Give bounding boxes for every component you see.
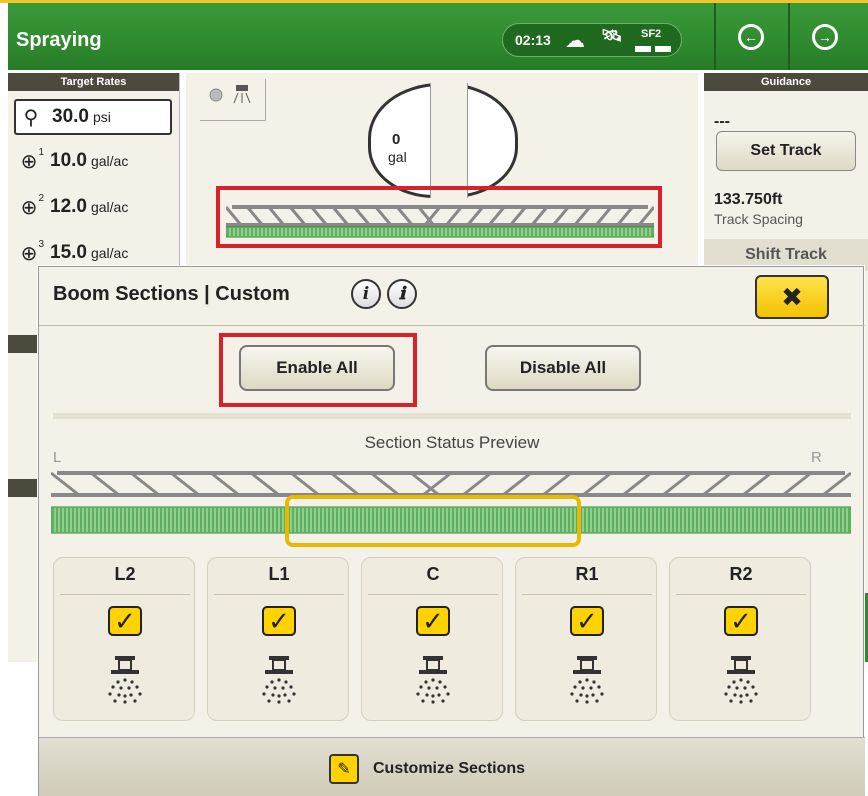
- section-checkbox[interactable]: ✓: [262, 606, 296, 636]
- rate-value: 12.0: [50, 196, 87, 217]
- signal-bar: [655, 46, 671, 52]
- rate-index: 2: [38, 192, 44, 204]
- set-track-button[interactable]: Set Track: [716, 131, 856, 171]
- arrow-right-icon: →: [812, 23, 838, 50]
- status-pill[interactable]: 02:13 ☁ 🛰 SF2: [502, 23, 682, 57]
- spray-nozzle-icon: [108, 656, 142, 704]
- section-label: L1: [268, 564, 290, 584]
- pressure-gauge-icon: ⚲: [23, 106, 39, 129]
- close-button[interactable]: ✖: [755, 275, 829, 319]
- section-checkbox[interactable]: ✓: [570, 606, 604, 636]
- rate-unit: gal/ac: [90, 153, 129, 169]
- section-label: L2: [114, 564, 136, 584]
- right-marker: R: [811, 449, 822, 466]
- section-checkbox[interactable]: ✓: [724, 606, 758, 636]
- signal-label: SF2: [641, 28, 662, 40]
- customize-sections-button[interactable]: ✎ Customize Sections: [329, 752, 569, 786]
- left-marker: L: [53, 449, 62, 466]
- spray-nozzle-icon: [262, 656, 296, 704]
- spray-nozzle-icon: [416, 656, 450, 704]
- section-status-preview: [51, 471, 851, 547]
- rate-index: 1: [38, 146, 44, 158]
- section-checkbox[interactable]: ✓: [108, 606, 142, 636]
- rate-value: 10.0: [50, 150, 87, 171]
- rate-row[interactable]: ⊕ 1 10.0 gal/ac: [14, 143, 172, 179]
- section-label: R2: [729, 564, 753, 584]
- rate-unit: psi: [92, 109, 111, 125]
- rate-value: 30.0: [52, 106, 89, 127]
- track-spacing-value: 133.750ft: [714, 191, 783, 208]
- section-card: R2 ✓: [669, 557, 811, 721]
- rate-row[interactable]: ⚲ 30.0 psi: [14, 99, 172, 135]
- section-label: C: [426, 564, 440, 584]
- help-icon[interactable]: ℹ: [387, 279, 417, 309]
- crosshair-icon: ⊕ 2: [20, 192, 44, 219]
- section-card: C ✓: [361, 557, 503, 721]
- section-divider: [60, 594, 190, 595]
- back-button[interactable]: ←: [714, 3, 786, 70]
- track-spacing-label: Track Spacing: [714, 211, 803, 227]
- section-divider: [214, 594, 344, 595]
- tank-gauge: 0 gal: [368, 83, 518, 198]
- guidance-line-value: ---: [714, 113, 730, 130]
- target-rates-header: Target Rates: [8, 73, 179, 91]
- nozzle-status-icon: [209, 85, 251, 104]
- guidance-header: Guidance: [704, 73, 868, 91]
- status-time: 02:13: [515, 32, 551, 48]
- tank-value: 0: [392, 131, 401, 148]
- crosshair-icon: ⊕ 1: [20, 146, 44, 173]
- section-card: R1 ✓: [515, 557, 657, 721]
- info-icon[interactable]: i: [351, 279, 381, 309]
- dialog-title: Boom Sections | Custom: [53, 283, 290, 305]
- satellite-icon: 🛰: [601, 26, 623, 45]
- section-divider: [522, 594, 652, 595]
- preview-label: Section Status Preview: [364, 433, 540, 452]
- boom-sections-dialog: Boom Sections | Custom i ℹ ✖ Enable All …: [38, 266, 865, 796]
- section-divider: [676, 594, 806, 595]
- cloud-icon: ☁: [565, 30, 585, 52]
- signal-bar: [635, 46, 651, 52]
- app-title: Spraying: [16, 29, 102, 51]
- spray-nozzle-icon: [570, 656, 604, 704]
- section-divider: [368, 594, 498, 595]
- preview-separator: [53, 413, 851, 419]
- forward-button[interactable]: →: [788, 3, 860, 70]
- crosshair-icon: ⊕ 3: [20, 238, 44, 265]
- top-bar: Spraying 02:13 ☁ 🛰 SF2 ← →: [8, 3, 868, 70]
- close-icon: ✖: [781, 281, 803, 312]
- dialog-divider: [39, 325, 865, 326]
- arrow-left-icon: ←: [738, 23, 764, 50]
- boom-highlight-box: [216, 186, 662, 248]
- enable-all-highlight-box: [219, 333, 417, 407]
- rate-unit: gal/ac: [90, 245, 129, 261]
- dialog-footer: ✎ Customize Sections: [39, 737, 865, 796]
- section-card: L2 ✓: [53, 557, 195, 721]
- spray-nozzle-icon: [724, 656, 758, 704]
- rate-value: 15.0: [50, 242, 87, 263]
- section-card: L1 ✓: [207, 557, 349, 721]
- nozzle-status: [200, 79, 266, 121]
- section-checkbox[interactable]: ✓: [416, 606, 450, 636]
- rate-row[interactable]: ⊕ 2 12.0 gal/ac: [14, 189, 172, 225]
- tank-level-column: [430, 83, 468, 198]
- rate-unit: gal/ac: [90, 199, 129, 215]
- disable-all-button[interactable]: Disable All: [485, 345, 641, 391]
- rate-index: 3: [38, 238, 44, 250]
- tank-unit: gal: [388, 149, 407, 165]
- section-label: R1: [575, 564, 599, 584]
- pencil-icon: ✎: [329, 754, 359, 784]
- customize-sections-label: Customize Sections: [373, 760, 526, 777]
